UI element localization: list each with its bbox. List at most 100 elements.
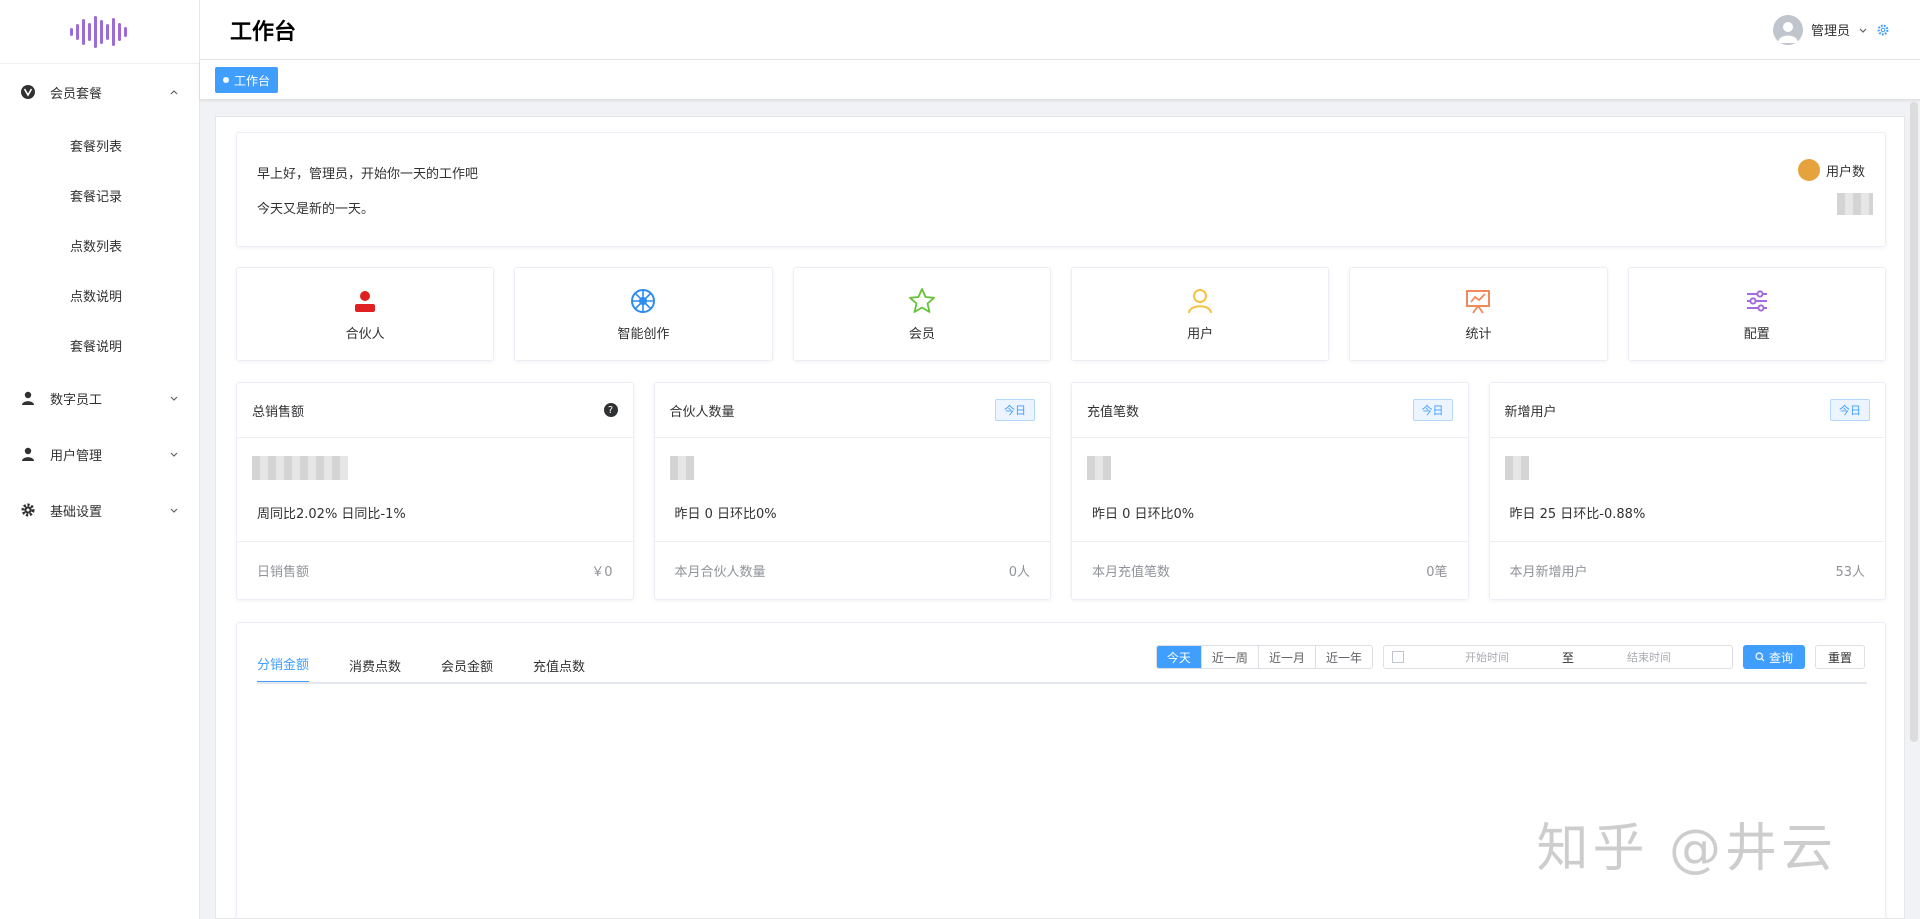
sidebar-item-label: 点数列表	[70, 239, 123, 255]
reset-button[interactable]: 重置	[1814, 645, 1865, 669]
stat-value-blurred	[1087, 456, 1111, 480]
stat-foot-label: 本月新增用户	[1509, 565, 1588, 580]
range-year-button[interactable]: 近一年	[1315, 646, 1372, 668]
stat-title: 新增用户	[1504, 404, 1557, 420]
tab-recharge-points[interactable]: 充值点数	[533, 656, 585, 683]
chart-tabs: 分销金额 消费点数 会员金额 充值点数	[257, 643, 585, 683]
chevron-down-icon[interactable]	[1858, 25, 1868, 35]
stat-title: 充值笔数	[1087, 404, 1140, 420]
menu-head-user-management[interactable]: 用户管理	[0, 426, 199, 482]
tag-label: 工作台	[234, 73, 271, 88]
sidebar-item-label: 套餐记录	[70, 189, 123, 205]
stat-foot-label: 本月充值笔数	[1092, 565, 1171, 580]
tab-member-amount[interactable]: 会员金额	[441, 656, 493, 683]
tab-distribution-amount[interactable]: 分销金额	[257, 654, 310, 683]
search-button[interactable]: 查询	[1742, 645, 1805, 669]
help-icon[interactable]: ?	[603, 403, 618, 417]
chart-filters: 今天 近一周 近一月 近一年 开始时间 至 结束时间 查询 重置	[1155, 645, 1865, 669]
watermark-text: 知乎 @井云	[1536, 819, 1837, 879]
settings-gear-icon[interactable]	[1876, 23, 1890, 37]
date-range-picker[interactable]: 开始时间 至 结束时间	[1382, 645, 1733, 669]
stat-compare: 昨日 0 日环比0%	[1092, 507, 1195, 522]
tabs-divider	[257, 682, 1867, 684]
quick-entry-label: 统计	[1465, 326, 1492, 342]
menu-label: 数字员工	[50, 392, 103, 408]
quick-entry-partner[interactable]: 合伙人	[236, 267, 495, 361]
menu-head-membership[interactable]: 会员套餐	[0, 64, 199, 120]
stats-row: 总销售额 ? 周同比2.02% 日同比-1% 日销售额 ￥0 合伙人数量 今日 …	[236, 382, 1886, 600]
user-name[interactable]: 管理员	[1811, 20, 1850, 39]
stat-card-header: 新增用户 今日	[1489, 383, 1885, 438]
avatar[interactable]	[1772, 14, 1803, 45]
presentation-icon	[1466, 289, 1491, 314]
sliders-icon	[1746, 289, 1767, 312]
quick-entry-label: 合伙人	[345, 326, 385, 342]
sidebar-item-points-description[interactable]: 点数说明	[0, 270, 199, 320]
menu-label: 基础设置	[50, 504, 103, 520]
date-range-separator: 至	[1561, 650, 1574, 665]
menu-label: 会员套餐	[50, 86, 103, 102]
stat-card-header: 总销售额 ?	[237, 383, 633, 438]
sidebar-item-label: 套餐列表	[70, 139, 123, 155]
sidebar: 会员套餐 套餐列表 套餐记录 点数列表 点数说明 套餐说明 数字员工 用户管理 …	[0, 0, 200, 919]
stat-title: 总销售额	[252, 404, 305, 420]
quick-entry-member[interactable]: 会员	[792, 267, 1051, 361]
user-icon	[20, 390, 36, 406]
chevron-up-icon	[170, 90, 178, 95]
star-icon	[908, 287, 935, 313]
stat-card-header: 合伙人数量 今日	[654, 383, 1050, 438]
sidebar-item-points-list[interactable]: 点数列表	[0, 220, 199, 270]
stat-compare: 周同比2.02% 日同比-1%	[257, 507, 406, 522]
sidebar-item-label: 套餐说明	[70, 339, 123, 355]
start-date-input[interactable]: 开始时间	[1412, 649, 1562, 665]
today-badge: 今日	[1412, 399, 1453, 421]
page-scrollbar[interactable]	[1910, 102, 1918, 742]
stat-footer: 日销售额 ￥0	[237, 541, 633, 599]
sidebar-item-package-records[interactable]: 套餐记录	[0, 170, 199, 220]
stat-card-header: 充值笔数 今日	[1072, 383, 1468, 438]
menu-head-basic-settings[interactable]: 基础设置	[0, 482, 199, 538]
stat-card-total-sales: 总销售额 ? 周同比2.02% 日同比-1% 日销售额 ￥0	[236, 382, 634, 600]
stat-card-recharge-count: 充值笔数 今日 昨日 0 日环比0% 本月充值笔数 0笔	[1071, 382, 1469, 600]
quick-entry-statistics[interactable]: 统计	[1349, 267, 1608, 361]
sidebar-item-package-list[interactable]: 套餐列表	[0, 120, 199, 170]
chevron-down-icon	[170, 396, 178, 401]
gear-icon	[20, 502, 36, 518]
today-badge: 今日	[995, 399, 1035, 421]
stat-value-blurred	[669, 456, 694, 480]
menu-label: 用户管理	[50, 448, 103, 464]
stat-foot-value: 0笔	[1426, 565, 1448, 580]
active-dot-icon	[223, 77, 229, 83]
tab-consumed-points[interactable]: 消费点数	[349, 656, 401, 683]
stat-foot-label: 日销售额	[257, 565, 310, 580]
chevron-down-icon	[170, 508, 178, 513]
quick-entry-smart-creation[interactable]: 智能创作	[514, 267, 773, 361]
greeting-line: 早上好，管理员，开始你一天的工作吧	[257, 167, 479, 182]
time-range-group: 今天 近一周 近一月 近一年	[1155, 645, 1373, 669]
page-title: 工作台	[230, 19, 297, 45]
user-menu[interactable]: 管理员	[1772, 14, 1890, 45]
tags-view: 工作台	[200, 60, 1920, 100]
user-outline-icon	[1188, 288, 1213, 313]
search-icon	[1755, 652, 1765, 662]
app-logo[interactable]	[0, 0, 199, 64]
range-month-button[interactable]: 近一月	[1258, 646, 1316, 668]
quick-entry-user[interactable]: 用户	[1070, 267, 1330, 361]
user-count-label: 用户数	[1825, 164, 1865, 180]
tab-workbench[interactable]: 工作台	[215, 67, 279, 93]
sidebar-item-package-description[interactable]: 套餐说明	[0, 320, 199, 370]
stat-value-blurred	[1504, 456, 1529, 480]
greeting-card: 早上好，管理员，开始你一天的工作吧 今天又是新的一天。 用户数	[236, 132, 1886, 247]
menu-group-membership: 会员套餐 套餐列表 套餐记录 点数列表 点数说明 套餐说明	[0, 64, 199, 370]
vue-logo-icon	[20, 84, 36, 100]
quick-entry-config[interactable]: 配置	[1627, 267, 1886, 361]
stat-compare: 昨日 25 日环比-0.88%	[1509, 507, 1646, 522]
trend-chart-card: 分销金额 消费点数 会员金额 充值点数 今天 近一周 近一月 近一年 开始时间 …	[236, 622, 1886, 919]
quick-entry-label: 智能创作	[617, 326, 670, 342]
end-date-input[interactable]: 结束时间	[1574, 649, 1724, 665]
quick-entry-label: 用户	[1187, 326, 1214, 342]
greeting-subline: 今天又是新的一天。	[257, 202, 375, 217]
menu-head-digital-staff[interactable]: 数字员工	[0, 370, 199, 426]
range-week-button[interactable]: 近一周	[1201, 646, 1259, 668]
range-today-button[interactable]: 今天	[1156, 646, 1202, 668]
